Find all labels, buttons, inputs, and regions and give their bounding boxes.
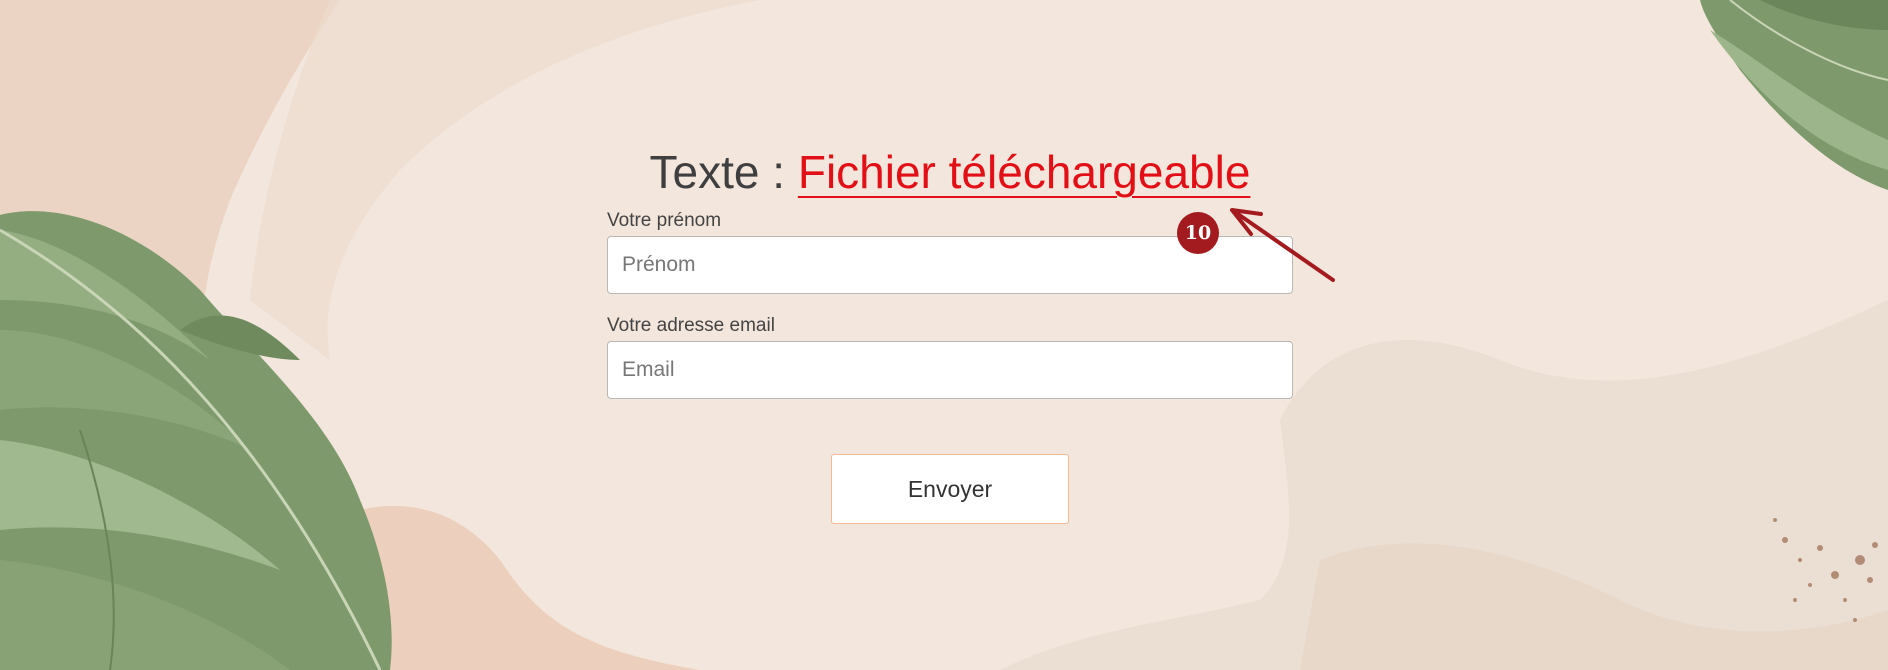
download-file-link[interactable]: Fichier téléchargeable: [798, 146, 1251, 198]
background-illustration: [0, 0, 1888, 670]
annotation-badge: 10: [1177, 212, 1219, 254]
annotation-arrow-icon: [1230, 208, 1335, 282]
title-prefix: Texte :: [649, 146, 798, 198]
page-title: Texte : Fichier téléchargeable: [0, 142, 1888, 202]
firstname-label: Votre prénom: [607, 210, 722, 231]
email-label: Votre adresse email: [607, 315, 775, 336]
email-input[interactable]: [607, 341, 1293, 399]
submit-button[interactable]: Envoyer: [831, 454, 1069, 524]
